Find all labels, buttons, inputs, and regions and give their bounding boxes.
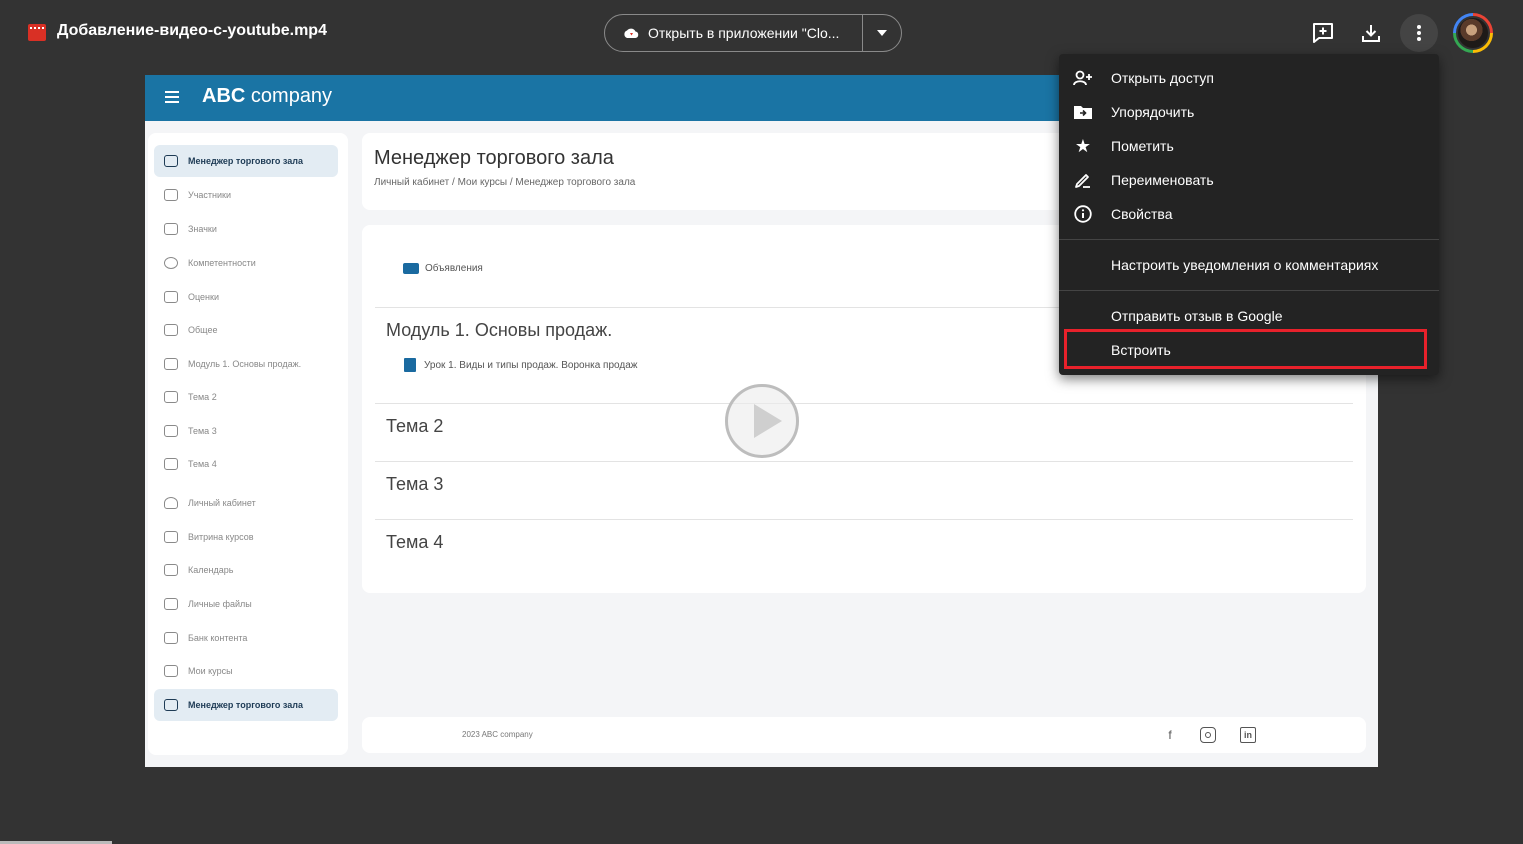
account-avatar[interactable] — [1453, 13, 1493, 53]
divider — [375, 403, 1353, 404]
folder-move-icon — [1073, 102, 1093, 122]
play-button[interactable] — [725, 384, 799, 458]
more-actions-menu: Открыть доступ Упорядочить ★ Пометить Пе… — [1059, 54, 1439, 375]
open-with-label: Открыть в приложении "Clo... — [648, 25, 840, 41]
linkedin-icon: in — [1240, 727, 1256, 743]
section-module1: Модуль 1. Основы продаж. — [386, 320, 613, 340]
course-icon — [164, 699, 178, 711]
section-topic3: Тема 3 — [386, 474, 444, 494]
document-icon — [404, 358, 416, 372]
section-topic2: Тема 2 — [386, 416, 444, 436]
brand-logo: ABC company — [202, 85, 333, 107]
menu-item-comment-notifications[interactable]: Настроить уведомления о комментариях — [1059, 248, 1439, 282]
sidebar-item-my-courses: Мои курсы — [154, 655, 338, 687]
menu-item-details[interactable]: Свойства — [1059, 197, 1439, 231]
sidebar-item-competencies: Компетентности — [154, 247, 338, 279]
announcements-link: Объявления — [403, 263, 483, 274]
video-file-icon — [28, 24, 46, 41]
course-icon — [164, 665, 178, 677]
avatar-image — [1456, 16, 1490, 50]
more-vert-icon — [1417, 25, 1421, 41]
trophy-icon — [164, 223, 178, 235]
page-title: Менеджер торгового зала — [374, 147, 614, 169]
sidebar-item-topic3: Тема 3 — [154, 415, 338, 447]
course-icon — [164, 155, 178, 167]
divider — [375, 461, 1353, 462]
section-topic4: Тема 4 — [386, 532, 444, 552]
folder-icon — [164, 391, 178, 403]
person-add-icon — [1073, 68, 1093, 88]
sidebar-item-dashboard: Личный кабинет — [154, 487, 338, 519]
caret-down-icon — [877, 30, 888, 36]
sidebar-item-general: Общее — [154, 314, 338, 346]
check-circle-icon — [164, 257, 178, 269]
divider — [375, 519, 1353, 520]
folder-icon — [164, 425, 178, 437]
sidebar-item-catalog: Витрина курсов — [154, 521, 338, 553]
star-icon: ★ — [1074, 135, 1092, 156]
facebook-icon: f — [1168, 728, 1172, 742]
sidebar-item-participants: Участники — [154, 179, 338, 211]
lesson-link: Урок 1. Виды и типы продаж. Воронка прод… — [404, 358, 637, 372]
users-icon — [164, 189, 178, 201]
sidebar-item-content-bank: Банк контента — [154, 622, 338, 654]
folder-icon — [164, 358, 178, 370]
open-with-control: Открыть в приложении "Clo... — [604, 14, 902, 52]
folder-icon — [164, 324, 178, 336]
lms-sidebar: Менеджер торгового зала Участники Значки… — [148, 133, 348, 755]
sidebar-item-topic2: Тема 2 — [154, 381, 338, 413]
hamburger-menu-icon — [165, 91, 179, 103]
breadcrumb: Личный кабинет / Мои курсы / Менеджер то… — [374, 177, 636, 188]
download-button[interactable] — [1352, 14, 1390, 52]
menu-item-organize[interactable]: Упорядочить — [1059, 95, 1439, 129]
sidebar-item-course: Менеджер торгового зала — [154, 145, 338, 177]
menu-item-embed[interactable]: Встроить — [1059, 333, 1439, 367]
open-with-dropdown[interactable] — [863, 15, 901, 51]
sidebar-item-files: Личные файлы — [154, 588, 338, 620]
sidebar-item-calendar: Календарь — [154, 554, 338, 586]
sidebar-item-module1: Модуль 1. Основы продаж. — [154, 348, 338, 380]
menu-item-send-feedback[interactable]: Отправить отзыв в Google — [1059, 299, 1439, 333]
sidebar-item-grades: Оценки — [154, 281, 338, 313]
file-title: Добавление-видео-с-youtube.mp4 — [57, 22, 327, 39]
pencil-icon — [1073, 170, 1093, 190]
menu-divider — [1059, 290, 1439, 291]
database-icon — [164, 632, 178, 644]
file-icon — [164, 598, 178, 610]
instagram-icon — [1200, 727, 1216, 743]
person-icon — [164, 497, 178, 509]
open-with-button[interactable]: Открыть в приложении "Clo... — [605, 15, 864, 51]
forum-icon — [403, 263, 419, 274]
info-icon — [1073, 204, 1093, 224]
cloud-app-icon — [624, 28, 639, 38]
menu-item-rename[interactable]: Переименовать — [1059, 163, 1439, 197]
calendar-icon — [164, 564, 178, 576]
list-icon — [164, 531, 178, 543]
lms-footer: 2023 ABC company f in — [362, 717, 1366, 753]
folder-icon — [164, 458, 178, 470]
sidebar-item-topic4: Тема 4 — [154, 448, 338, 480]
menu-item-share[interactable]: Открыть доступ — [1059, 61, 1439, 95]
copyright: 2023 ABC company — [462, 730, 533, 739]
download-icon — [1362, 25, 1380, 42]
add-comment-icon — [1313, 23, 1333, 43]
sidebar-item-badges: Значки — [154, 213, 338, 245]
add-comment-button[interactable] — [1304, 14, 1342, 52]
menu-item-star[interactable]: ★ Пометить — [1059, 129, 1439, 163]
sidebar-item-course-bottom: Менеджер торгового зала — [154, 689, 338, 721]
more-actions-button[interactable] — [1400, 14, 1438, 52]
menu-divider — [1059, 239, 1439, 240]
grid-icon — [164, 291, 178, 303]
